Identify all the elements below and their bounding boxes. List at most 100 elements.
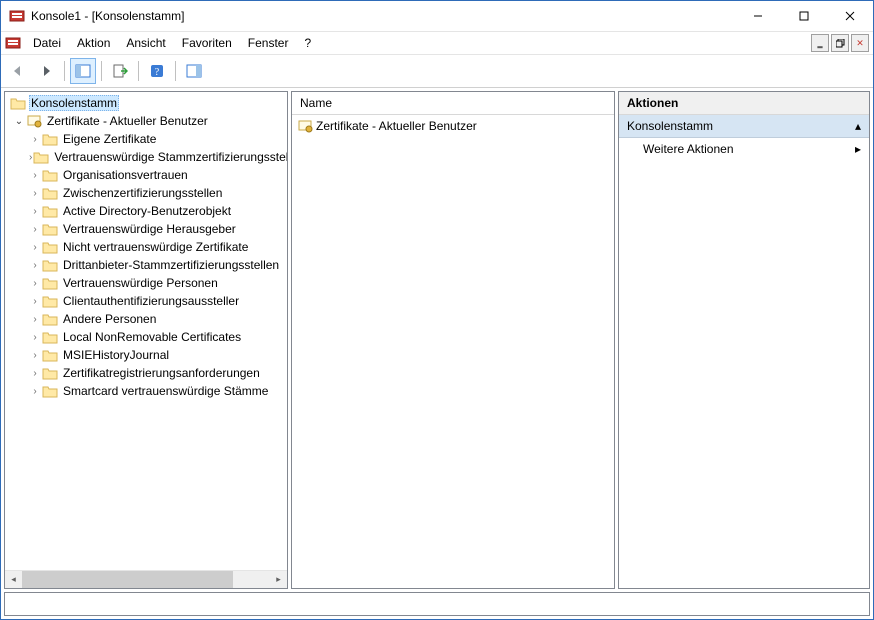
expand-icon[interactable]: ›	[29, 242, 41, 253]
tree-folder-label: Vertrauenswürdige Personen	[61, 276, 220, 290]
tree-node-certificates[interactable]: ⌄ Zertifikate - Aktueller Benutzer	[5, 112, 287, 130]
scrollbar-track[interactable]	[22, 571, 270, 588]
menu-help[interactable]: ?	[296, 34, 319, 52]
menu-datei[interactable]: Datei	[25, 34, 69, 52]
tree-node-label: Zertifikate - Aktueller Benutzer	[45, 114, 210, 128]
tree-folder-label: Drittanbieter-Stammzertifizierungsstelle…	[61, 258, 281, 272]
mdi-restore-button[interactable]	[831, 34, 849, 52]
mdi-controls: ‗ ✕	[811, 34, 869, 52]
body: Konsolenstamm ⌄ Zertifikate - Aktueller …	[1, 88, 873, 592]
tree-folder[interactable]: ›Active Directory-Benutzerobjekt	[5, 202, 287, 220]
minimize-button[interactable]	[735, 1, 781, 31]
expand-icon[interactable]: ›	[29, 350, 41, 361]
expand-icon[interactable]: ›	[29, 188, 41, 199]
horizontal-scrollbar[interactable]: ◂ ▸	[5, 570, 287, 588]
tree-folder[interactable]: ›Local NonRemovable Certificates	[5, 328, 287, 346]
app-icon	[9, 8, 25, 24]
collapse-section-icon: ▴	[855, 119, 861, 133]
menu-favoriten[interactable]: Favoriten	[174, 34, 240, 52]
tree-root-label: Konsolenstamm	[29, 95, 119, 111]
tree-folder-label: Zertifikatregistrierungsanforderungen	[61, 366, 262, 380]
folder-icon	[42, 347, 58, 363]
tree-folder[interactable]: › Vertrauenswürdige Stammzertifizierungss…	[5, 148, 287, 166]
tree[interactable]: Konsolenstamm ⌄ Zertifikate - Aktueller …	[5, 92, 287, 570]
menu-ansicht[interactable]: Ansicht	[118, 34, 173, 52]
folder-icon	[42, 257, 58, 273]
collapse-icon[interactable]: ⌄	[13, 116, 25, 127]
title-bar: Konsole1 - [Konsolenstamm]	[1, 1, 873, 32]
export-list-button[interactable]	[107, 58, 133, 84]
expand-icon[interactable]: ›	[29, 296, 41, 307]
tree-folder-label: Nicht vertrauenswürdige Zertifikate	[61, 240, 250, 254]
expand-icon[interactable]: ›	[29, 206, 41, 217]
list-item-label: Zertifikate - Aktueller Benutzer	[316, 119, 477, 133]
expand-icon[interactable]: ›	[29, 368, 41, 379]
list-body[interactable]: Zertifikate - Aktueller Benutzer	[292, 115, 614, 588]
scrollbar-thumb[interactable]	[22, 571, 233, 588]
tree-folder[interactable]: › Drittanbieter-Stammzertifizierungsstell…	[5, 256, 287, 274]
forward-button[interactable]	[33, 58, 59, 84]
expand-icon[interactable]: ›	[29, 278, 41, 289]
folder-icon	[42, 365, 58, 381]
folder-icon	[42, 221, 58, 237]
maximize-button[interactable]	[781, 1, 827, 31]
list-item[interactable]: Zertifikate - Aktueller Benutzer	[296, 117, 610, 135]
tree-folder-label: Eigene Zertifikate	[61, 132, 158, 146]
tree-folder[interactable]: ›Organisationsvertrauen	[5, 166, 287, 184]
tree-folder[interactable]: › Zertifikatregistrierungsanforderungen	[5, 364, 287, 382]
menu-aktion[interactable]: Aktion	[69, 34, 118, 52]
tree-folder[interactable]: › Vertrauenswürdige Personen	[5, 274, 287, 292]
show-hide-tree-button[interactable]	[70, 58, 96, 84]
window-title: Konsole1 - [Konsolenstamm]	[31, 9, 184, 23]
folder-icon	[10, 95, 26, 111]
tree-folder-label: Andere Personen	[61, 312, 158, 326]
expand-icon[interactable]: ›	[29, 224, 41, 235]
scroll-right-button[interactable]: ▸	[270, 571, 287, 588]
expand-icon[interactable]: ›	[29, 332, 41, 343]
actions-item-more[interactable]: Weitere Aktionen ▸	[619, 138, 869, 160]
show-hide-action-pane-button[interactable]	[181, 58, 207, 84]
help-button[interactable]: ?	[144, 58, 170, 84]
tree-pane: Konsolenstamm ⌄ Zertifikate - Aktueller …	[4, 91, 288, 589]
actions-section-header[interactable]: Konsolenstamm ▴	[619, 115, 869, 138]
submenu-arrow-icon: ▸	[855, 142, 861, 156]
mdi-minimize-button[interactable]: ‗	[811, 34, 829, 52]
actions-title-label: Aktionen	[627, 96, 678, 110]
folder-icon	[42, 167, 58, 183]
menu-bar: Datei Aktion Ansicht Favoriten Fenster ?…	[1, 32, 873, 55]
expand-icon[interactable]: ›	[29, 170, 41, 181]
tree-folder[interactable]: ›MSIEHistoryJournal	[5, 346, 287, 364]
certificate-snapin-icon	[26, 113, 42, 129]
tree-folder[interactable]: › Nicht vertrauenswürdige Zertifikate	[5, 238, 287, 256]
toolbar-separator	[138, 61, 139, 81]
menu-fenster[interactable]: Fenster	[240, 34, 297, 52]
expand-icon[interactable]: ›	[29, 260, 41, 271]
toolbar-separator	[101, 61, 102, 81]
close-button[interactable]	[827, 1, 873, 31]
list-column-header[interactable]: Name	[292, 92, 614, 115]
tree-folder[interactable]: › Andere Personen	[5, 310, 287, 328]
doc-icon	[5, 35, 21, 51]
expand-icon[interactable]: ›	[29, 386, 41, 397]
folder-icon	[42, 329, 58, 345]
tree-root[interactable]: Konsolenstamm	[5, 94, 287, 112]
tree-folder[interactable]: › Eigene Zertifikate	[5, 130, 287, 148]
tree-folder[interactable]: ›Clientauthentifizierungsaussteller	[5, 292, 287, 310]
expand-icon[interactable]: ›	[29, 152, 32, 163]
mmc-window: Konsole1 - [Konsolenstamm] Datei Aktion …	[0, 0, 874, 620]
scroll-left-button[interactable]: ◂	[5, 571, 22, 588]
tree-folder[interactable]: ›Vertrauenswürdige Herausgeber	[5, 220, 287, 238]
status-bar	[4, 592, 870, 616]
actions-pane-title: Aktionen	[619, 92, 869, 115]
folder-icon	[42, 185, 58, 201]
expand-icon[interactable]: ›	[29, 134, 41, 145]
tree-folder[interactable]: › Smartcard vertrauenswürdige Stämme	[5, 382, 287, 400]
column-header-name: Name	[300, 96, 332, 110]
expand-icon[interactable]: ›	[29, 314, 41, 325]
folder-icon	[42, 203, 58, 219]
tree-folder-label: Smartcard vertrauenswürdige Stämme	[61, 384, 270, 398]
mdi-close-button[interactable]: ✕	[851, 34, 869, 52]
tree-folder-label: Vertrauenswürdige Stammzertifizierungsst…	[52, 150, 287, 164]
tree-folder[interactable]: ›Zwischenzertifizierungsstellen	[5, 184, 287, 202]
back-button[interactable]	[5, 58, 31, 84]
